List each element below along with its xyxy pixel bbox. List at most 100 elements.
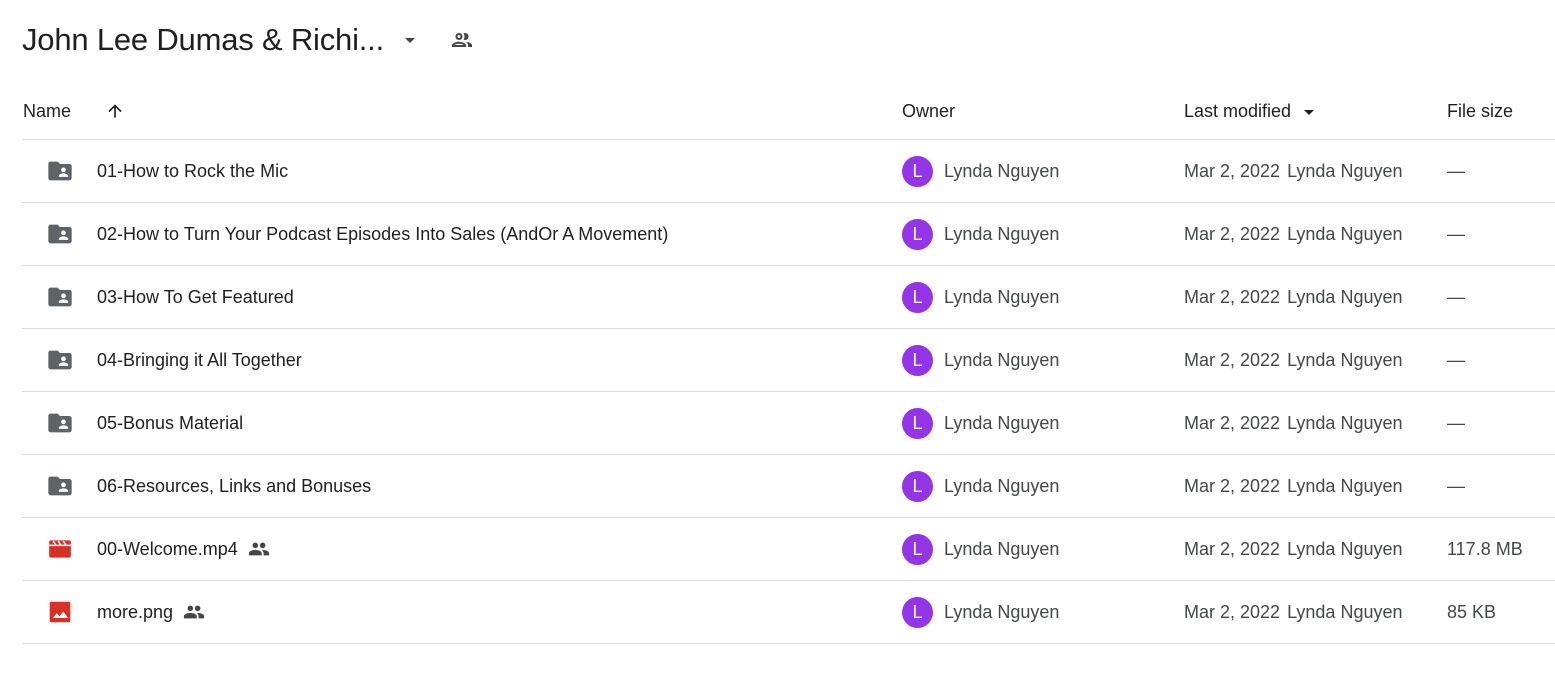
file-size: — <box>1447 286 1465 307</box>
column-last-modified-label: Last modified <box>1184 101 1292 121</box>
file-row[interactable]: 06-Resources, Links and Bonuses L Lynda Ng… <box>22 455 1555 518</box>
file-row[interactable]: 02-How to Turn Your Podcast Episodes Int… <box>22 203 1555 266</box>
modified-date: Mar 2, 2022 <box>1184 601 1281 622</box>
owner-name: Lynda Nguyen <box>944 160 1060 181</box>
shared-folder-icon <box>46 392 74 454</box>
modified-by: Lynda Nguyen <box>1287 160 1403 181</box>
file-size: 85 KB <box>1447 601 1497 622</box>
arrow-drop-down-icon[interactable] <box>1297 100 1321 124</box>
file-size: — <box>1447 412 1465 433</box>
file-row[interactable]: more.png L Lynda Nguyen Mar 2, 2022 Lynda Ng… <box>22 581 1555 644</box>
file-name: 03-How To Get Featured <box>97 286 294 307</box>
file-size: — <box>1447 223 1465 244</box>
file-name: 06-Resources, Links and Bonuses <box>97 475 372 496</box>
file-size: — <box>1447 349 1465 370</box>
owner-cell: L Lynda Nguyen <box>902 329 1059 391</box>
modified-by: Lynda Nguyen <box>1287 601 1403 622</box>
last-modified-cell: Mar 2, 2022 Lynda Nguyen <box>1184 518 1402 580</box>
last-modified-cell: Mar 2, 2022 Lynda Nguyen <box>1184 581 1402 643</box>
owner-cell: L Lynda Nguyen <box>902 266 1059 328</box>
column-header-name[interactable]: Name <box>23 84 71 139</box>
last-modified-cell: Mar 2, 2022 Lynda Nguyen <box>1184 455 1402 517</box>
file-row[interactable]: 05-Bonus Material L Lynda Nguyen Mar 2, 202… <box>22 392 1555 455</box>
folder-header: John Lee Dumas & Richi... <box>22 16 478 64</box>
file-name-cell: 06-Resources, Links and Bonuses <box>97 455 371 517</box>
file-name-cell: 01-How to Rock the Mic <box>97 140 288 202</box>
modified-by: Lynda Nguyen <box>1287 223 1403 244</box>
modified-date: Mar 2, 2022 <box>1184 349 1281 370</box>
modified-date: Mar 2, 2022 <box>1184 475 1281 496</box>
file-size: 117.8 MB <box>1447 538 1523 559</box>
file-name-cell: 00-Welcome.mp4 <box>97 518 270 580</box>
file-name: 02-How to Turn Your Podcast Episodes Int… <box>97 223 669 244</box>
modified-by: Lynda Nguyen <box>1287 349 1403 370</box>
arrow-drop-down-icon[interactable] <box>398 28 422 52</box>
last-modified-cell: Mar 2, 2022 Lynda Nguyen <box>1184 203 1402 265</box>
file-row[interactable]: 01-How to Rock the Mic L Lynda Nguyen Mar 2… <box>22 140 1555 203</box>
file-rows: 01-How to Rock the Mic L Lynda Nguyen Mar 2… <box>22 140 1555 644</box>
shared-folder-icon <box>46 329 74 391</box>
last-modified-cell: Mar 2, 2022 Lynda Nguyen <box>1184 140 1402 202</box>
modified-date: Mar 2, 2022 <box>1184 538 1281 559</box>
avatar[interactable]: L <box>902 470 933 502</box>
owner-cell: L Lynda Nguyen <box>902 140 1059 202</box>
file-name-cell: 02-How to Turn Your Podcast Episodes Int… <box>97 203 668 265</box>
folder-title-menu[interactable]: John Lee Dumas & Richi... <box>22 22 428 58</box>
avatar[interactable]: L <box>902 596 933 628</box>
column-file-size-label: File size <box>1447 101 1514 121</box>
column-name-label: Name <box>23 101 72 121</box>
file-name: 01-How to Rock the Mic <box>97 160 289 181</box>
owner-cell: L Lynda Nguyen <box>902 518 1059 580</box>
file-name-cell: 04-Bringing it All Together <box>97 329 302 391</box>
shared-folder-icon <box>46 266 74 328</box>
file-size: — <box>1447 160 1465 181</box>
modified-by: Lynda Nguyen <box>1287 412 1403 433</box>
file-name: 00-Welcome.mp4 <box>97 538 238 559</box>
column-header-last-modified[interactable]: Last modified <box>1184 84 1321 139</box>
file-row[interactable]: 00-Welcome.mp4 L Lynda Nguyen Mar 2, 2022 Ly… <box>22 518 1555 581</box>
file-name-cell: 05-Bonus Material <box>97 392 243 454</box>
last-modified-cell: Mar 2, 2022 Lynda Nguyen <box>1184 392 1402 454</box>
modified-by: Lynda Nguyen <box>1287 286 1403 307</box>
file-name-cell: more.png <box>97 581 205 643</box>
shared-folder-icon <box>46 203 74 265</box>
last-modified-cell: Mar 2, 2022 Lynda Nguyen <box>1184 266 1402 328</box>
shared-people-icon[interactable] <box>446 24 478 56</box>
owner-name: Lynda Nguyen <box>944 475 1060 496</box>
file-size: — <box>1447 475 1465 496</box>
owner-name: Lynda Nguyen <box>944 349 1060 370</box>
shared-people-icon <box>183 601 205 623</box>
avatar[interactable]: L <box>902 407 933 439</box>
folder-title: John Lee Dumas & Richi... <box>22 22 385 57</box>
file-name-cell: 03-How To Get Featured <box>97 266 294 328</box>
file-name: more.png <box>97 601 174 622</box>
file-row[interactable]: 04-Bringing it All Together L Lynda Nguyen… <box>22 329 1555 392</box>
owner-name: Lynda Nguyen <box>944 538 1060 559</box>
modified-date: Mar 2, 2022 <box>1184 223 1281 244</box>
owner-name: Lynda Nguyen <box>944 412 1060 433</box>
avatar[interactable]: L <box>902 344 933 376</box>
modified-by: Lynda Nguyen <box>1287 475 1403 496</box>
owner-cell: L Lynda Nguyen <box>902 392 1059 454</box>
owner-cell: L Lynda Nguyen <box>902 581 1059 643</box>
shared-people-icon <box>248 538 270 560</box>
sort-arrow-up-icon[interactable] <box>102 98 128 124</box>
image-file-icon <box>46 581 74 643</box>
owner-name: Lynda Nguyen <box>944 223 1060 244</box>
file-row[interactable]: 03-How To Get Featured L Lynda Nguyen Mar 2… <box>22 266 1555 329</box>
modified-by: Lynda Nguyen <box>1287 538 1403 559</box>
file-name: 05-Bonus Material <box>97 412 244 433</box>
owner-name: Lynda Nguyen <box>944 601 1060 622</box>
modified-date: Mar 2, 2022 <box>1184 160 1281 181</box>
avatar[interactable]: L <box>902 218 933 250</box>
shared-folder-icon <box>46 140 74 202</box>
avatar[interactable]: L <box>902 533 933 565</box>
shared-folder-icon <box>46 455 74 517</box>
column-header-file-size: File size <box>1447 84 1513 139</box>
column-header-owner: Owner <box>902 84 955 139</box>
avatar[interactable]: L <box>902 155 933 187</box>
modified-date: Mar 2, 2022 <box>1184 286 1281 307</box>
file-name: 04-Bringing it All Together <box>97 349 302 370</box>
video-file-icon <box>46 518 74 580</box>
avatar[interactable]: L <box>902 281 933 313</box>
